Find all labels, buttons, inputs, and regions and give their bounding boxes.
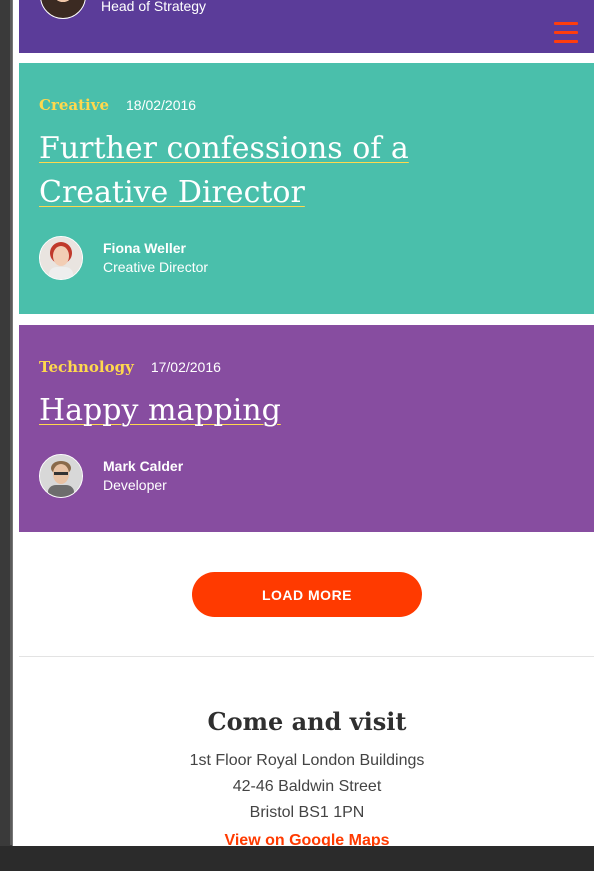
- author-photo: [40, 455, 82, 497]
- article-meta: Creative 18/02/2016: [39, 96, 196, 114]
- author-avatar: [39, 236, 83, 280]
- hamburger-icon[interactable]: [554, 22, 578, 44]
- visit-section: Come and visit 1st Floor Royal London Bu…: [19, 707, 594, 846]
- author-name: Fiona Weller: [103, 240, 186, 256]
- page-viewport[interactable]: Head of Strategy Creative 18/02/2016 Fur…: [12, 0, 594, 847]
- author-role: Creative Director: [103, 259, 209, 275]
- author-role: Head of Strategy: [101, 0, 207, 14]
- visit-heading: Come and visit: [207, 707, 407, 736]
- category-link[interactable]: Creative: [39, 96, 109, 114]
- address-line: 1st Floor Royal London Buildings: [189, 752, 425, 769]
- author-avatar: [40, 0, 86, 19]
- section-divider: [19, 656, 594, 657]
- author-photo: [40, 237, 82, 279]
- article-title-link[interactable]: Happy mapping: [39, 393, 281, 428]
- article-date: 17/02/2016: [150, 359, 221, 375]
- article-card[interactable]: Creative 18/02/2016 Further confessions …: [19, 63, 594, 314]
- article-author: Fiona Weller Creative Director: [39, 236, 208, 280]
- author-name: Mark Calder: [103, 458, 184, 474]
- author-role: Developer: [103, 477, 167, 493]
- window-edge: [0, 0, 12, 871]
- article-title: Happy mapping: [39, 389, 545, 433]
- window-bottom-edge: [0, 846, 594, 871]
- article-author: Mark Calder Developer: [39, 454, 183, 498]
- article-card[interactable]: Technology 17/02/2016 Happy mapping Mark…: [19, 325, 594, 532]
- address-line: 42-46 Baldwin Street: [232, 778, 382, 795]
- article-title: Further confessions of a Creative Direct…: [39, 127, 545, 215]
- article-card-previous[interactable]: Head of Strategy: [19, 0, 594, 53]
- load-more-button[interactable]: LOAD MORE: [192, 572, 422, 617]
- address-line: Bristol BS1 1PN: [249, 804, 365, 821]
- map-link[interactable]: View on Google Maps: [19, 832, 594, 846]
- article-date: 18/02/2016: [126, 97, 197, 113]
- category-link[interactable]: Technology: [39, 358, 134, 376]
- article-title-link[interactable]: Further confessions of a Creative Direct…: [39, 131, 409, 210]
- author-avatar: [39, 454, 83, 498]
- article-meta: Technology 17/02/2016: [39, 358, 221, 376]
